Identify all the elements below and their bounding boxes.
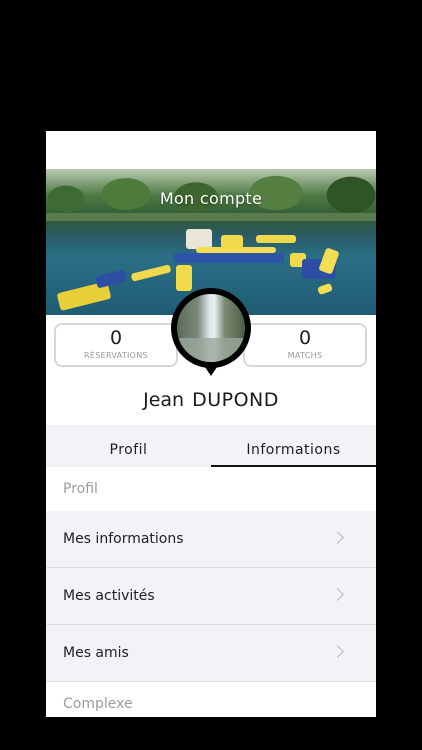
user-last-name: DUPOND <box>192 389 279 411</box>
inflatable-float <box>94 269 128 289</box>
tab-informations[interactable]: Informations <box>211 425 376 467</box>
matchs-counter[interactable]: 0 MATCHS <box>243 323 367 367</box>
avatar-photo-mist <box>177 338 245 362</box>
matchs-count: 0 <box>298 327 312 349</box>
app-screen: Mon compte 0 RÉSERVATIONS 0 MATCHS Jean D… <box>46 131 376 717</box>
inflatable-float <box>318 247 340 275</box>
chevron-right-icon <box>331 588 344 601</box>
inflatable-float <box>130 264 172 282</box>
inflatable-float <box>186 229 212 249</box>
shoreline <box>46 213 376 221</box>
reservations-counter[interactable]: 0 RÉSERVATIONS <box>54 323 178 367</box>
menu-item-label: Mes amis <box>63 645 129 661</box>
user-name: Jean DUPOND <box>46 385 376 425</box>
inflatable-float <box>174 253 284 263</box>
inflatable-float <box>317 282 333 296</box>
menu-item-mes-informations[interactable]: Mes informations <box>46 511 376 568</box>
reservations-label: RÉSERVATIONS <box>84 351 148 360</box>
chevron-right-icon <box>331 645 344 658</box>
avatar-photo <box>177 294 245 362</box>
user-first-name: Jean <box>143 389 185 411</box>
tab-bar: Profil Informations <box>46 425 376 467</box>
top-bar <box>46 131 376 169</box>
inflatable-float <box>256 235 296 243</box>
section-header-complexe: Complexe <box>46 682 376 717</box>
chevron-right-icon <box>331 531 344 544</box>
stats-bar: 0 RÉSERVATIONS 0 MATCHS <box>46 288 376 385</box>
menu-item-mes-activites[interactable]: Mes activités <box>46 568 376 625</box>
reservations-count: 0 <box>109 327 123 349</box>
menu-item-label: Mes activités <box>63 588 155 604</box>
menu-item-label: Mes informations <box>63 531 184 547</box>
matchs-label: MATCHS <box>287 351 323 360</box>
tab-profil[interactable]: Profil <box>46 425 211 467</box>
inflatable-float <box>221 235 243 249</box>
avatar[interactable] <box>169 288 253 388</box>
avatar-frame <box>171 288 251 368</box>
section-header-profil: Profil <box>46 467 376 511</box>
page-title: Mon compte <box>159 189 263 208</box>
menu-item-mes-amis[interactable]: Mes amis <box>46 625 376 682</box>
